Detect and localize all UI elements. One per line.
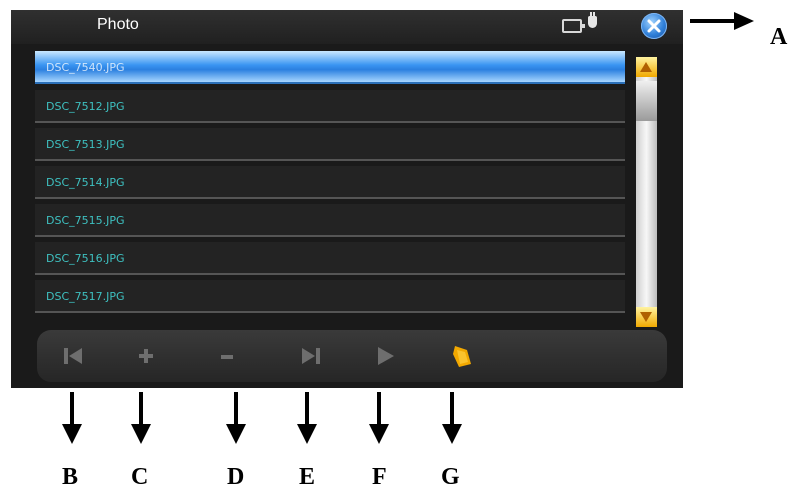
title-bar: Photo xyxy=(11,10,683,44)
list-item[interactable]: DSC_7514.JPG xyxy=(35,166,625,199)
play-icon xyxy=(378,347,394,365)
arrow-right-icon xyxy=(690,12,754,30)
file-name: DSC_7515.JPG xyxy=(46,214,125,227)
rotate-icon xyxy=(453,346,471,367)
play-button[interactable] xyxy=(371,342,399,370)
file-name: DSC_7517.JPG xyxy=(46,290,125,303)
file-name: DSC_7516.JPG xyxy=(46,252,125,265)
callout-f: F xyxy=(372,464,387,490)
scrollbar[interactable] xyxy=(636,57,657,327)
toolbar xyxy=(37,330,667,382)
photo-app-screen: Photo DSC_7540.JPG DSC_7512.JPG DSC_7513… xyxy=(11,10,683,388)
close-button[interactable] xyxy=(641,13,667,39)
callout-b: B xyxy=(62,464,79,490)
zoom-out-button[interactable] xyxy=(213,342,241,370)
zoom-in-button[interactable] xyxy=(132,342,160,370)
battery-icon xyxy=(562,19,585,33)
file-name: DSC_7514.JPG xyxy=(46,176,125,189)
close-icon xyxy=(647,19,661,33)
list-item[interactable]: DSC_7513.JPG xyxy=(35,128,625,161)
callout-e: E xyxy=(299,464,316,490)
file-name: DSC_7512.JPG xyxy=(46,100,125,113)
file-name: DSC_7540.JPG xyxy=(46,61,125,74)
plus-icon xyxy=(139,349,153,363)
minus-icon xyxy=(221,355,233,359)
list-item[interactable]: DSC_7515.JPG xyxy=(35,204,625,237)
skip-next-icon xyxy=(302,348,320,364)
rotate-button[interactable] xyxy=(447,342,475,370)
list-item[interactable]: DSC_7517.JPG xyxy=(35,280,625,313)
callout-d: D xyxy=(227,464,245,490)
arrow-down-icon xyxy=(442,392,462,444)
list-item[interactable]: DSC_7540.JPG xyxy=(35,51,625,84)
arrow-down-icon xyxy=(297,392,317,444)
skip-previous-icon xyxy=(64,348,82,364)
file-name: DSC_7513.JPG xyxy=(46,138,125,151)
power-plug-icon xyxy=(588,12,597,28)
callout-g: G xyxy=(441,464,460,490)
arrow-down-icon xyxy=(62,392,82,444)
next-button[interactable] xyxy=(297,342,325,370)
arrow-down-icon xyxy=(226,392,246,444)
arrow-down-icon xyxy=(131,392,151,444)
file-list: DSC_7540.JPG DSC_7512.JPG DSC_7513.JPG D… xyxy=(35,51,625,327)
scroll-thumb[interactable] xyxy=(636,81,657,121)
arrow-down-icon xyxy=(369,392,389,444)
list-item[interactable]: DSC_7512.JPG xyxy=(35,90,625,123)
list-item[interactable]: DSC_7516.JPG xyxy=(35,242,625,275)
callout-c: C xyxy=(131,464,149,490)
scroll-down-button[interactable] xyxy=(636,307,657,327)
scroll-up-button[interactable] xyxy=(636,57,657,77)
callout-a: A xyxy=(770,24,788,50)
previous-button[interactable] xyxy=(59,342,87,370)
window-title: Photo xyxy=(97,16,139,33)
